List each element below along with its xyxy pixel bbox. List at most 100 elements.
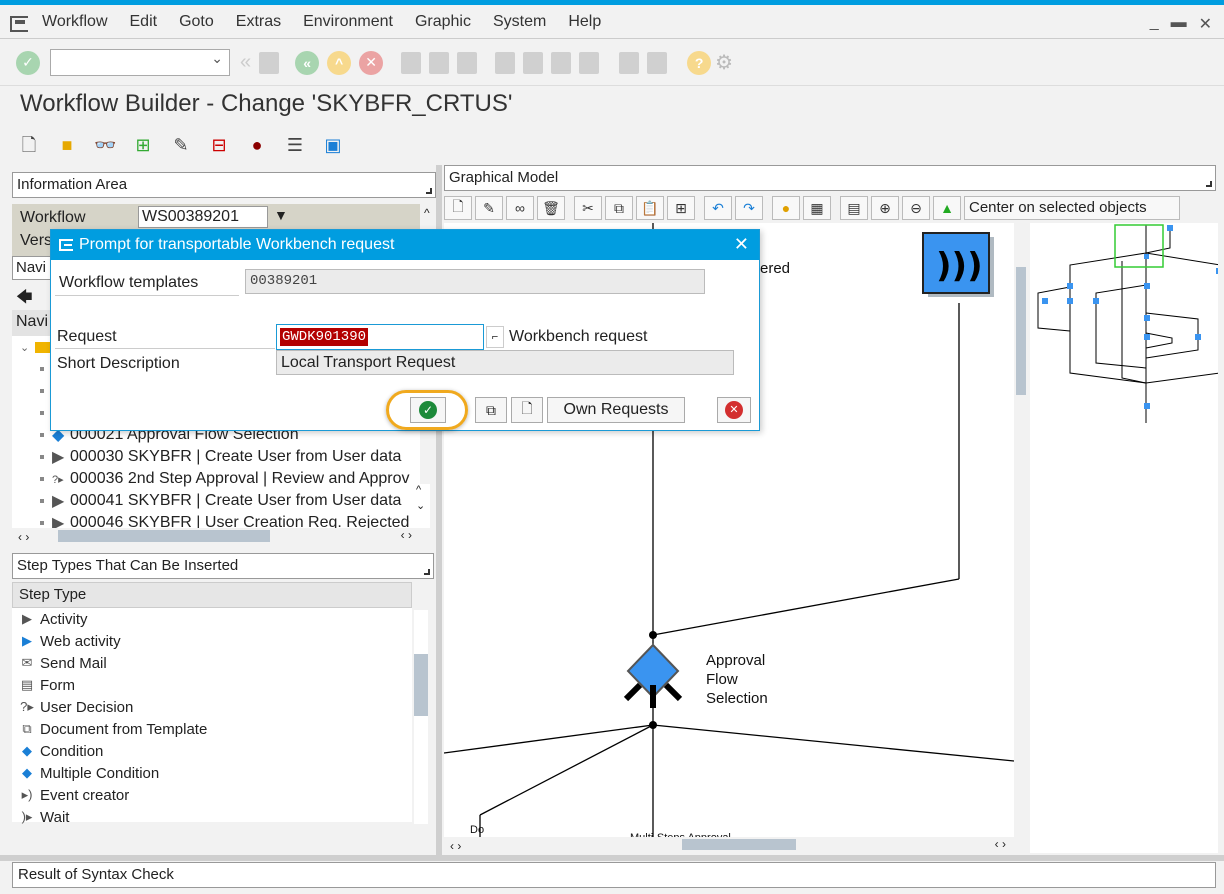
layout-icon[interactable]: ▦: [803, 196, 831, 220]
landscape-icon[interactable]: ▲: [933, 196, 961, 220]
dropdown-triangle-icon[interactable]: ▼: [274, 207, 288, 223]
first-page-icon[interactable]: [495, 51, 516, 74]
step-type-send-mail[interactable]: ✉ Send Mail: [12, 652, 412, 674]
print-icon[interactable]: [401, 51, 422, 74]
magic-wand-icon[interactable]: ✎: [170, 134, 192, 156]
maximize-icon[interactable]: ▬: [1171, 14, 1187, 34]
list-icon[interactable]: ☰: [284, 134, 306, 156]
cut-icon[interactable]: ✂: [574, 196, 602, 220]
menu-goto[interactable]: Goto: [179, 13, 214, 31]
new-icon[interactable]: 🗋: [444, 196, 472, 220]
zoom-out-icon[interactable]: ⊖: [902, 196, 930, 220]
syntax-check-result-header[interactable]: Result of Syntax Check: [12, 862, 1216, 888]
tree-item[interactable]: ▶ 000046 SKYBFR | User Creation Req. Reje…: [12, 512, 420, 528]
find-icon[interactable]: [429, 51, 450, 74]
horizontal-splitter[interactable]: [0, 855, 1224, 861]
align-icon[interactable]: ▤: [840, 196, 868, 220]
delete-trash-icon[interactable]: 🗑: [537, 196, 565, 220]
step-types-header[interactable]: Step Types That Can Be Inserted: [12, 553, 434, 579]
step-type-condition[interactable]: ◆ Condition: [12, 740, 412, 762]
back-arrow-icon[interactable]: 🡄: [12, 289, 33, 306]
menu-graphic[interactable]: Graphic: [415, 13, 471, 31]
step-type-web-activity[interactable]: ▶ Web activity: [12, 630, 412, 652]
undo-icon[interactable]: ↶: [704, 196, 732, 220]
zoom-in-icon[interactable]: ⊕: [871, 196, 899, 220]
canvas-hscrollbar[interactable]: ‹ › ‹ ›: [444, 837, 1014, 853]
dialog-title-bar[interactable]: Prompt for transportable Workbench reque…: [51, 230, 759, 260]
tree-item[interactable]: ▶ 000041 SKYBFR | Create User from User d…: [12, 490, 420, 512]
test-icon[interactable]: ⊟: [208, 134, 230, 156]
display-change-icon[interactable]: 👓: [94, 134, 116, 156]
sap-menu-icon[interactable]: [10, 15, 28, 32]
step-type-document-from-template[interactable]: ⧉ Document from Template: [12, 718, 412, 740]
step-types-scroll-thumb[interactable]: [414, 654, 428, 716]
hat-icon[interactable]: ●: [246, 134, 268, 156]
node-label-approval-flow-selection[interactable]: Approval Flow Selection: [706, 651, 768, 708]
new-document-icon[interactable]: 🗋: [18, 134, 40, 156]
window-2-icon[interactable]: ▣: [322, 134, 344, 156]
menu-system[interactable]: System: [493, 13, 546, 31]
hat-drop-icon[interactable]: ●: [772, 196, 800, 220]
step-type-activity[interactable]: ▶ Activity: [12, 608, 412, 630]
tree-hscroll-thumb[interactable]: [58, 530, 270, 542]
paste-icon[interactable]: 📋: [636, 196, 664, 220]
previous-page-icon[interactable]: [523, 51, 544, 74]
menu-environment[interactable]: Environment: [303, 13, 393, 31]
step-type-column-header[interactable]: Step Type: [12, 582, 412, 608]
step-type-event-creator[interactable]: ▸) Event creator: [12, 784, 412, 806]
canvas-vscroll-thumb[interactable]: [1016, 267, 1026, 395]
step-type-form[interactable]: ▤ Form: [12, 674, 412, 696]
create-request-button[interactable]: ⧉: [475, 397, 507, 423]
menu-extras[interactable]: Extras: [236, 13, 281, 31]
tree-vertical-scrollbar[interactable]: ^ ⌄: [416, 484, 430, 528]
transport-icon[interactable]: ■: [56, 134, 78, 156]
command-field[interactable]: [50, 49, 230, 76]
value-help-icon[interactable]: ⌐: [486, 326, 504, 348]
dialog-close-icon[interactable]: ✕: [734, 234, 749, 255]
graphical-model-header[interactable]: Graphical Model: [444, 165, 1216, 191]
back-double-icon[interactable]: «: [240, 51, 251, 74]
insert-block-icon[interactable]: ⊞: [667, 196, 695, 220]
help-icon[interactable]: ?: [687, 50, 712, 75]
settings-gear-icon[interactable]: ⚙: [715, 50, 733, 75]
step-type-wait[interactable]: )▸ Wait: [12, 806, 412, 828]
minimize-icon[interactable]: _: [1150, 14, 1159, 34]
continue-button[interactable]: ✓: [410, 397, 446, 423]
last-page-icon[interactable]: [579, 51, 600, 74]
enter-icon[interactable]: ✓: [16, 50, 40, 75]
create-session-icon[interactable]: [619, 51, 640, 74]
close-window-icon[interactable]: ✕: [1199, 14, 1212, 34]
step-types-vscrollbar[interactable]: [414, 610, 428, 824]
back-icon[interactable]: «: [295, 50, 320, 75]
shortcut-icon[interactable]: [647, 51, 668, 74]
workflow-id-field[interactable]: WS00389201: [138, 206, 268, 228]
step-type-user-decision[interactable]: ?▸ User Decision: [12, 696, 412, 718]
tree-horizontal-scrollbar[interactable]: ‹ › ‹ ›: [12, 528, 420, 544]
tree-item[interactable]: ▶ 000030 SKYBFR | Create User from User d…: [12, 446, 420, 468]
exit-icon[interactable]: ^: [327, 50, 352, 75]
copy-icon[interactable]: ⧉: [605, 196, 633, 220]
hierarchy-icon[interactable]: ⊞: [132, 134, 154, 156]
overview-map[interactable]: [1030, 223, 1222, 853]
new-request-button[interactable]: 🗋: [511, 397, 543, 423]
redo-icon[interactable]: ↷: [735, 196, 763, 220]
center-on-selected-button[interactable]: Center on selected objects: [964, 196, 1180, 220]
canvas-vscrollbar[interactable]: [1014, 223, 1028, 853]
save-icon[interactable]: [259, 51, 280, 74]
information-area-header[interactable]: Information Area: [12, 172, 436, 198]
own-requests-button[interactable]: Own Requests: [547, 397, 685, 423]
cancel-button[interactable]: ✕: [717, 397, 751, 423]
display-icon[interactable]: ∞: [506, 196, 534, 220]
request-input[interactable]: GWDK901390: [276, 324, 484, 350]
menu-help[interactable]: Help: [568, 13, 601, 31]
menu-workflow[interactable]: Workflow: [42, 13, 108, 31]
expand-icon[interactable]: ⌄: [20, 341, 29, 354]
info-scroll-up[interactable]: ^: [422, 204, 436, 228]
find-next-icon[interactable]: [457, 51, 478, 74]
cancel-icon[interactable]: ✕: [359, 50, 384, 75]
next-page-icon[interactable]: [551, 51, 572, 74]
canvas-hscroll-thumb[interactable]: [682, 839, 796, 850]
step-type-multiple-condition[interactable]: ◆ Multiple Condition: [12, 762, 412, 784]
edit-pencil-icon[interactable]: ✎: [475, 196, 503, 220]
tree-item[interactable]: ?▸ 000036 2nd Step Approval | Review and …: [12, 468, 420, 490]
